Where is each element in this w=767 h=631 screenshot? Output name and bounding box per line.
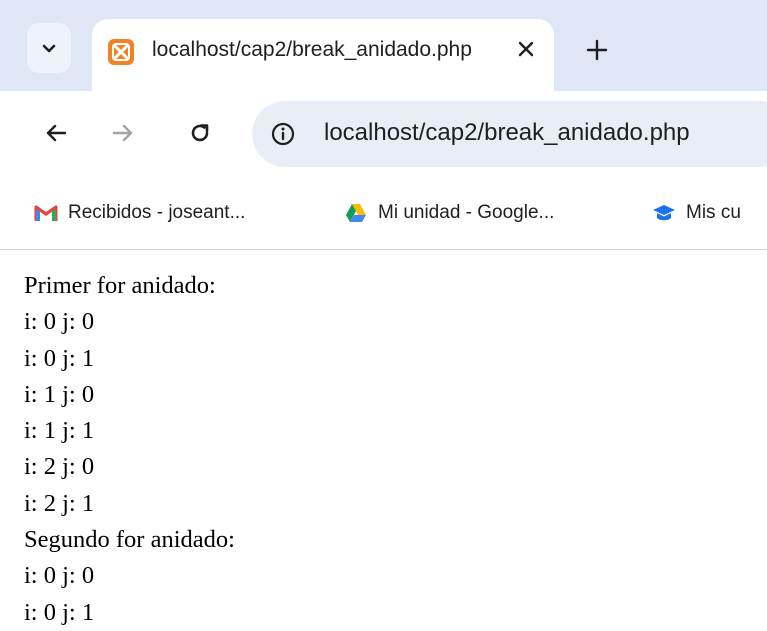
tab-search-button[interactable] bbox=[27, 23, 71, 73]
back-button[interactable] bbox=[36, 113, 76, 153]
heading-segundo-for: Segundo for anidado: bbox=[24, 526, 235, 554]
active-tab[interactable]: localhost/cap2/break_anidado.php bbox=[92, 19, 554, 91]
site-info-button[interactable] bbox=[266, 117, 300, 151]
bookmark-google-drive[interactable]: Mi unidad - Google... bbox=[344, 197, 554, 229]
output-line: i: 0 j: 0 bbox=[24, 562, 95, 590]
output-line: i: 0 j: 0 bbox=[24, 308, 95, 336]
bookmark-label: Mi unidad - Google... bbox=[378, 202, 555, 223]
google-drive-icon bbox=[344, 201, 368, 225]
tab-title: localhost/cap2/break_anidado.php bbox=[152, 38, 472, 61]
output-line: i: 2 j: 1 bbox=[24, 489, 95, 517]
info-icon bbox=[271, 122, 295, 146]
xampp-favicon-icon bbox=[108, 39, 134, 65]
output-line: i: 2 j: 0 bbox=[24, 453, 95, 481]
tab-strip: localhost/cap2/break_anidado.php bbox=[0, 0, 767, 91]
bookmark-label: Recibidos - joseant... bbox=[68, 202, 246, 223]
bookmark-label: Mis cu bbox=[686, 202, 741, 223]
forward-button[interactable] bbox=[103, 113, 143, 153]
output-line: i: 0 j: 1 bbox=[24, 344, 95, 372]
reload-icon bbox=[191, 124, 209, 142]
arrow-right-icon bbox=[112, 124, 133, 142]
plus-icon bbox=[586, 39, 608, 61]
bookmark-gmail[interactable]: Recibidos - joseant... bbox=[34, 197, 245, 229]
output-line: i: 1 j: 1 bbox=[24, 417, 95, 445]
chevron-down-icon bbox=[42, 44, 56, 53]
close-tab-button[interactable] bbox=[510, 33, 542, 65]
new-tab-button[interactable] bbox=[577, 30, 617, 70]
address-bar[interactable]: localhost/cap2/break_anidado.php bbox=[252, 101, 767, 167]
url-text[interactable]: localhost/cap2/break_anidado.php bbox=[324, 119, 690, 147]
bookmark-mis-cursos[interactable]: Mis cu bbox=[652, 197, 741, 229]
browser-toolbar: localhost/cap2/break_anidado.php bbox=[0, 91, 767, 181]
arrow-left-icon bbox=[46, 124, 67, 142]
graduation-cap-icon bbox=[652, 201, 676, 225]
close-icon bbox=[518, 41, 534, 57]
bookmarks-bar: Recibidos - joseant... Mi unidad - Googl… bbox=[0, 181, 767, 250]
heading-primer-for: Primer for anidado: bbox=[24, 272, 216, 299]
reload-button[interactable] bbox=[180, 113, 220, 153]
gmail-icon bbox=[34, 201, 58, 225]
output-line: i: 1 j: 0 bbox=[24, 380, 95, 408]
page-content: Primer for anidado: i: 0 j: 0 i: 0 j: 1 … bbox=[24, 268, 764, 631]
